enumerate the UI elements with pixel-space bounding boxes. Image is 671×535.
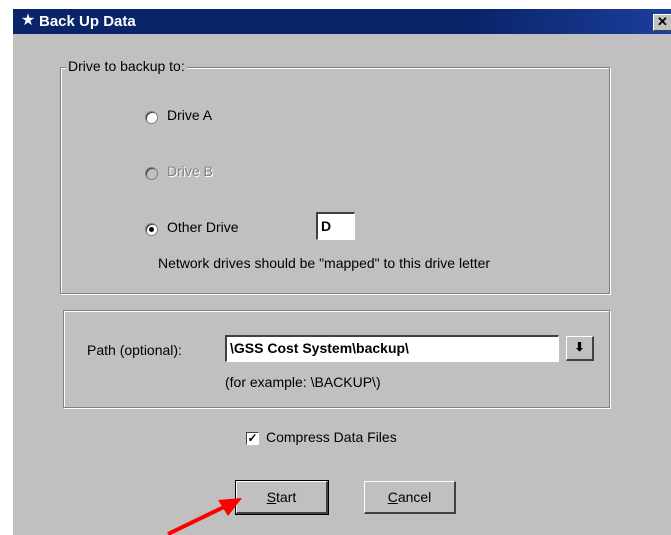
close-button[interactable]: ✕ [653,14,671,31]
radio-selected-dot [149,227,154,232]
path-input[interactable]: \GSS Cost System\backup\ [225,335,559,362]
app-icon: ★ [20,12,36,29]
path-example-text: (for example: \BACKUP\) [225,374,381,390]
start-mnemonic: S [266,489,277,505]
backup-dialog: ★ Back Up Data ✕ Drive to backup to: Dri… [12,8,671,535]
other-drive-label[interactable]: Other Drive [167,219,239,235]
compress-label[interactable]: Compress Data Files [266,429,397,445]
close-icon: ✕ [657,14,668,29]
drive-a-label[interactable]: Drive A [167,107,212,123]
other-drive-letter-input[interactable]: D [316,212,355,240]
down-arrow-icon: ⬇ [574,340,585,354]
drive-b-label: Drive B [167,163,213,179]
drive-b-radio [145,167,158,180]
other-drive-radio[interactable] [145,223,158,236]
title-bar[interactable]: ★ Back Up Data ✕ [13,9,671,34]
drive-a-radio[interactable] [145,111,158,124]
cancel-mnemonic: C [387,489,398,505]
path-label: Path (optional): [87,342,182,358]
compress-checkbox[interactable]: ✓ [246,432,259,445]
start-label-rest: tart [276,489,297,505]
path-groupbox: Path (optional): \GSS Cost System\backup… [63,310,610,408]
cancel-label-rest: ancel [397,489,432,505]
drive-groupbox: Drive to backup to: Drive A Drive B Othe… [60,58,610,294]
cancel-button[interactable]: Cancel [364,481,456,514]
annotation-arrow-icon [167,498,242,535]
path-dropdown-button[interactable]: ⬇ [566,336,594,361]
window-title: Back Up Data [39,13,136,30]
drive-group-legend: Drive to backup to: [66,58,187,74]
network-drives-note: Network drives should be "mapped" to thi… [158,255,491,271]
checkmark-icon: ✓ [247,431,258,445]
